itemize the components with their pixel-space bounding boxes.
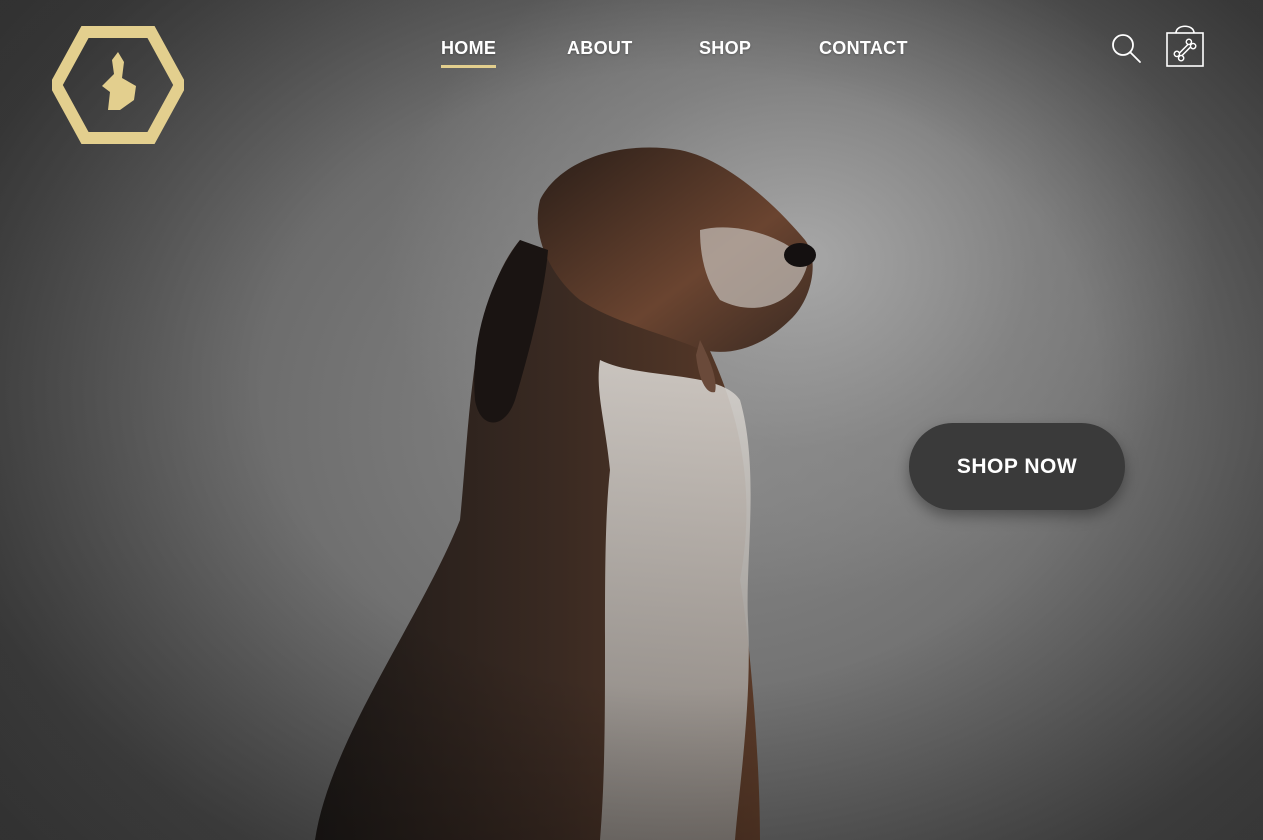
main-nav: HOME ABOUT SHOP CONTACT	[0, 0, 1263, 100]
shopping-bag-icon[interactable]	[1164, 20, 1206, 68]
nav-item-shop[interactable]: SHOP	[699, 38, 751, 59]
search-icon[interactable]	[1110, 32, 1142, 64]
nav-item-contact[interactable]: CONTACT	[819, 38, 908, 59]
shop-now-button[interactable]: SHOP NOW	[909, 423, 1125, 510]
dog-photo	[315, 147, 816, 840]
nav-item-home[interactable]: HOME	[441, 38, 497, 68]
nav-item-about[interactable]: ABOUT	[567, 38, 633, 59]
